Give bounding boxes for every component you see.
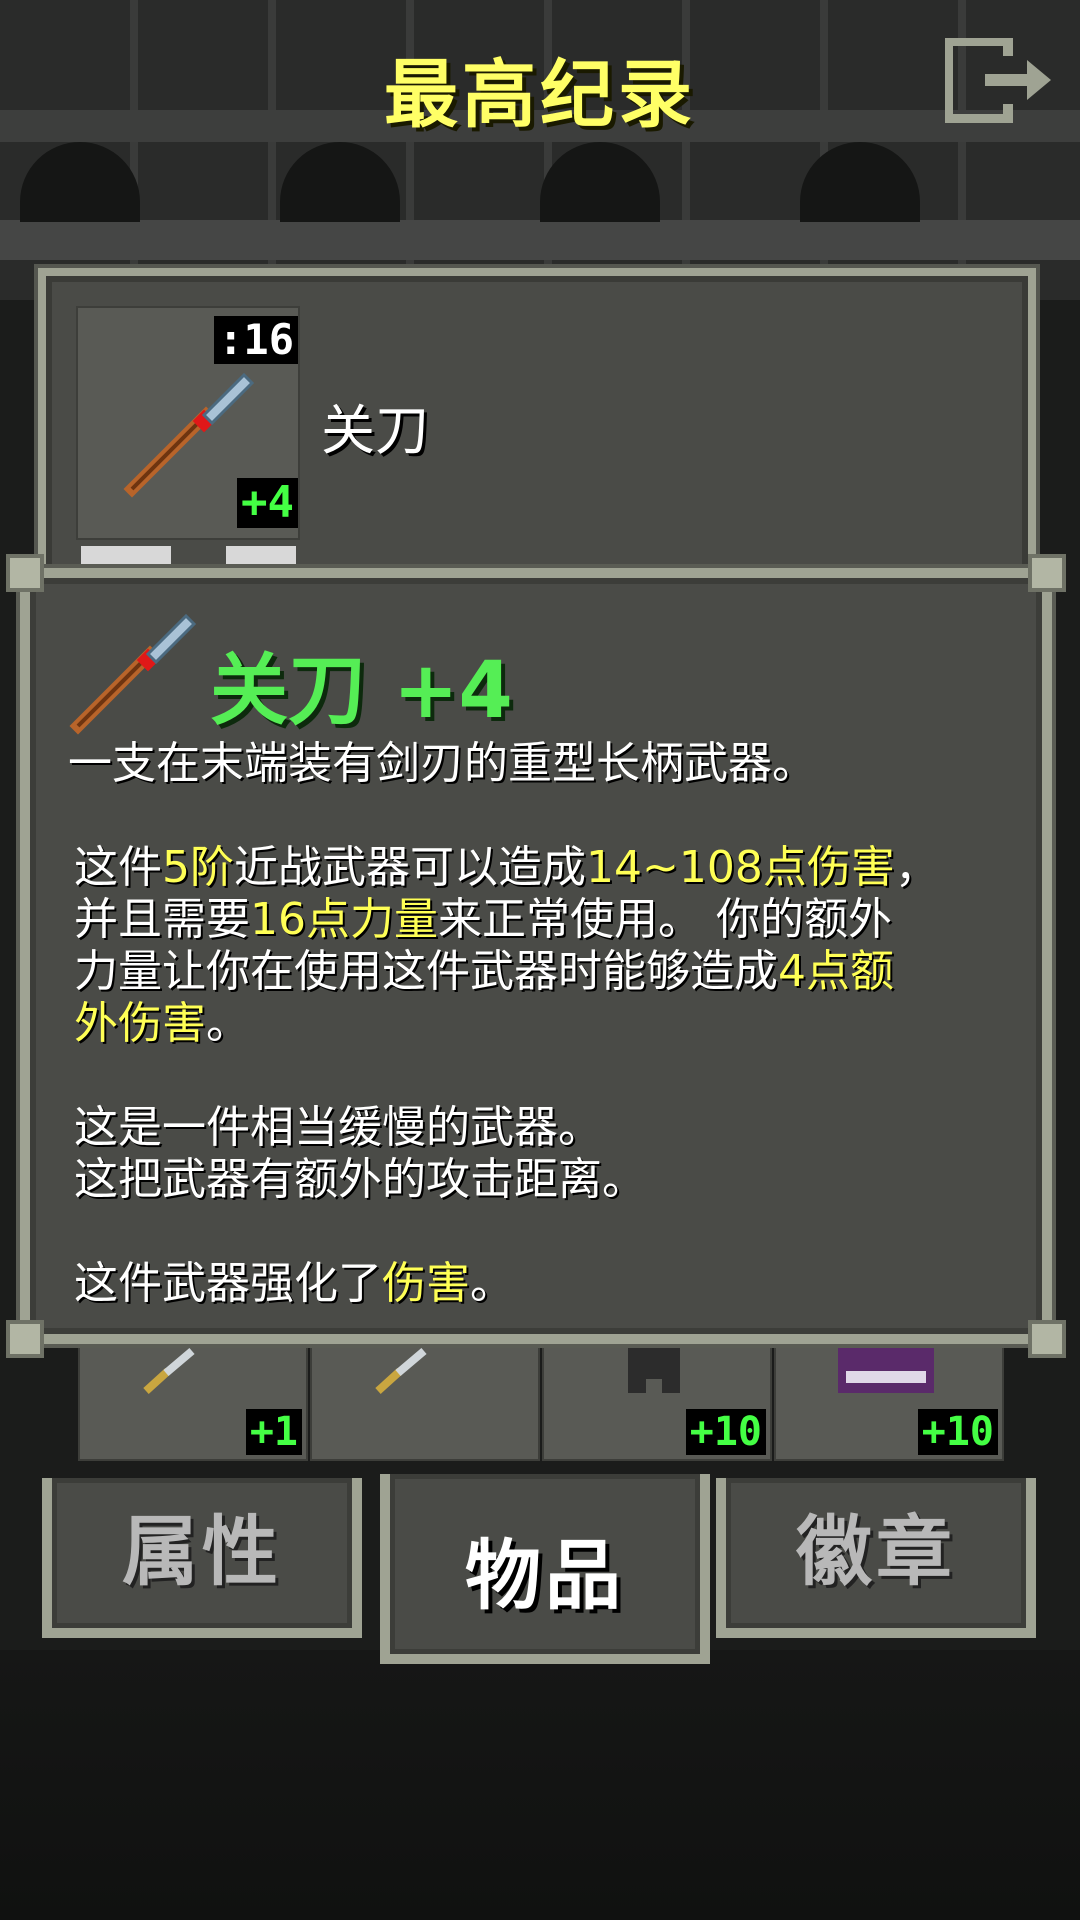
item-title: 关刀 +4 bbox=[210, 646, 513, 736]
upgrade-level: +4 bbox=[237, 478, 298, 528]
upgrade-level: +10 bbox=[685, 1409, 766, 1455]
frame-corner bbox=[1028, 554, 1066, 592]
inventory-slot[interactable]: +10 bbox=[542, 1345, 772, 1461]
frame-corner bbox=[1028, 1320, 1066, 1358]
inventory-slot[interactable] bbox=[310, 1345, 540, 1461]
wall-ledge bbox=[0, 220, 1080, 260]
inventory-slot-selected[interactable]: :16 +4 bbox=[76, 306, 300, 540]
frame-corner bbox=[6, 1320, 44, 1358]
inventory-slot[interactable]: +1 bbox=[78, 1345, 308, 1461]
item-description: 一支在末端装有剑刃的重型长柄武器。 这件5阶近战武器可以造成14~108点伤害，… bbox=[68, 738, 1038, 1310]
armor-icon bbox=[628, 1347, 680, 1393]
selected-item-name: 关刀 bbox=[321, 399, 429, 462]
frame-corner bbox=[6, 554, 44, 592]
upgrade-level: +1 bbox=[245, 1409, 302, 1455]
inventory-row: +1 +10 +10 bbox=[78, 1345, 1004, 1463]
exit-icon[interactable] bbox=[945, 38, 1055, 123]
item-speed-text: 这是一件相当缓慢的武器。 bbox=[74, 1102, 602, 1153]
inventory-slot[interactable]: +10 bbox=[774, 1345, 1004, 1461]
item-info-window: 关刀 +4 一支在末端装有剑刃的重型长柄武器。 这件5阶近战武器可以造成14~1… bbox=[6, 554, 1066, 1358]
item-stats-text: 这件5阶近战武器可以造成14~108点伤害， 并且需要16点力量来正常使用。 你的… bbox=[74, 842, 939, 1049]
tab-attributes-label: 属性 bbox=[122, 1507, 282, 1596]
tab-attributes[interactable]: 属性 bbox=[42, 1478, 362, 1638]
dagger-icon bbox=[375, 1347, 427, 1394]
glaive-icon bbox=[69, 613, 197, 735]
item-enchant-text: 这件武器强化了伤害。 bbox=[74, 1258, 514, 1309]
tab-badges-label: 徽章 bbox=[796, 1507, 956, 1596]
spellbook-icon bbox=[838, 1347, 934, 1393]
item-flavor-text: 一支在末端装有剑刃的重型长柄武器。 bbox=[68, 738, 816, 789]
tab-items-label: 物品 bbox=[465, 1531, 625, 1620]
floor-background bbox=[0, 1650, 1080, 1920]
page-title: 最高纪录 bbox=[384, 52, 696, 138]
upgrade-level: +10 bbox=[917, 1409, 998, 1455]
dagger-icon bbox=[143, 1347, 195, 1394]
item-reach-text: 这把武器有额外的攻击距离。 bbox=[74, 1154, 646, 1205]
tab-badges[interactable]: 徽章 bbox=[716, 1478, 1036, 1638]
strength-requirement: :16 bbox=[214, 316, 298, 364]
tab-items[interactable]: 物品 bbox=[380, 1474, 710, 1664]
